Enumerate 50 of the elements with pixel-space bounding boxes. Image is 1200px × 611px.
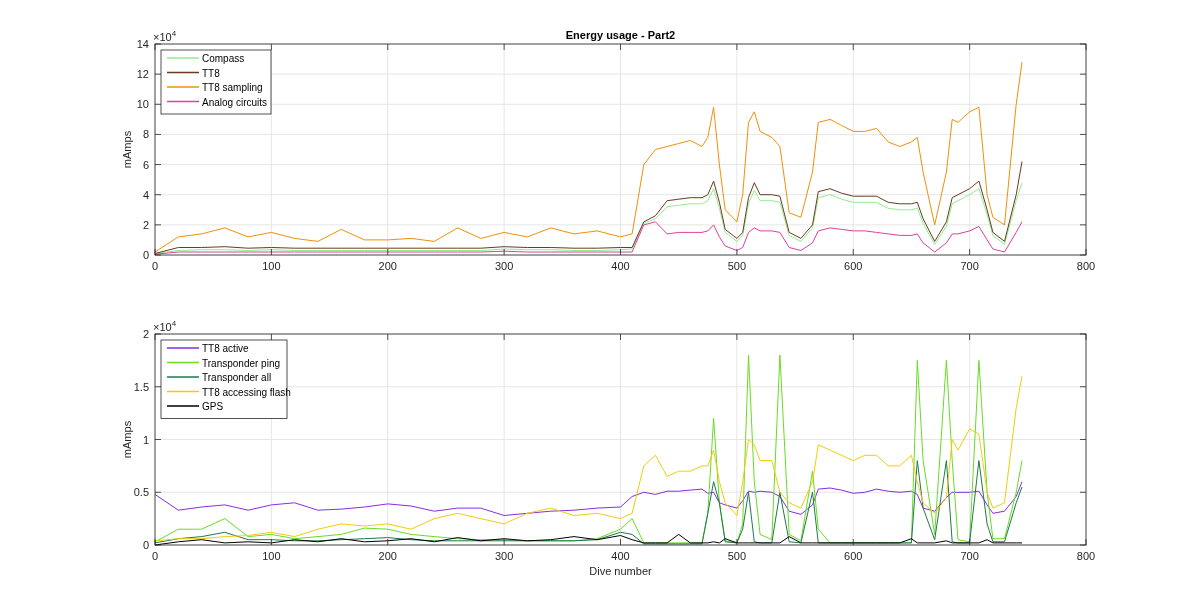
legend-label: Analog circuits [202, 96, 268, 108]
tick-label: 300 [494, 550, 514, 562]
tick-label: 14 [136, 38, 149, 50]
tick-label: 2 [142, 218, 149, 231]
tick-label: 1.5 [133, 380, 149, 393]
tick-label: 0 [151, 550, 159, 562]
tick-label: 0 [151, 260, 159, 272]
legend-swatch [166, 71, 200, 74]
tick-label: 200 [378, 260, 397, 272]
legend-label: TT8 active [202, 343, 249, 354]
tick-label: 8 [142, 128, 149, 141]
axis-title: Dive number [589, 565, 652, 577]
axis-multiplier: ×10$^{4}$ [153, 29, 177, 43]
tick-label: 0 [142, 539, 149, 551]
legend-label: TT8 sampling [202, 82, 263, 93]
tick-label: 600 [844, 260, 863, 272]
tick-label: 200 [378, 550, 397, 562]
tick-label: 400 [611, 260, 630, 272]
axis-title: mAmps [121, 130, 133, 169]
tick-label: 10 [136, 98, 149, 111]
legend-label: Compass [202, 53, 245, 64]
tick-label: 12 [136, 68, 149, 81]
axis-multiplier: ×10$^{4}$ [153, 319, 177, 333]
chart-title: Energy usage - Part2 [565, 29, 676, 41]
legend-label: Transponder all [202, 372, 272, 383]
tick-label: 600 [844, 550, 863, 562]
legend-swatch [166, 361, 200, 364]
tick-label: 700 [960, 260, 979, 272]
legend-swatch [166, 390, 200, 393]
tick-label: 100 [262, 260, 281, 272]
tick-label: 800 [1076, 550, 1096, 562]
tick-label: 1 [142, 433, 149, 446]
tick-label: 2 [142, 328, 149, 340]
legend-label: TT8 accessing flash [202, 386, 291, 398]
legend-label: Transponder ping [202, 357, 280, 369]
axis-title: mAmps [121, 420, 133, 459]
tick-label: 300 [494, 260, 514, 272]
tick-label: 6 [142, 158, 149, 171]
tick-label: 4 [142, 188, 149, 201]
tick-label: 700 [960, 550, 979, 562]
tick-label: 100 [262, 550, 281, 562]
legend-swatch [166, 100, 200, 103]
legend-label: TT8 [202, 67, 220, 79]
tick-label: 800 [1076, 260, 1096, 272]
legend-label: GPS [202, 401, 224, 412]
tick-label: 500 [727, 260, 747, 272]
tick-label: 0.5 [133, 486, 149, 499]
tick-label: 0 [142, 249, 149, 261]
tick-label: 500 [727, 550, 747, 562]
tick-label: 400 [611, 550, 630, 562]
